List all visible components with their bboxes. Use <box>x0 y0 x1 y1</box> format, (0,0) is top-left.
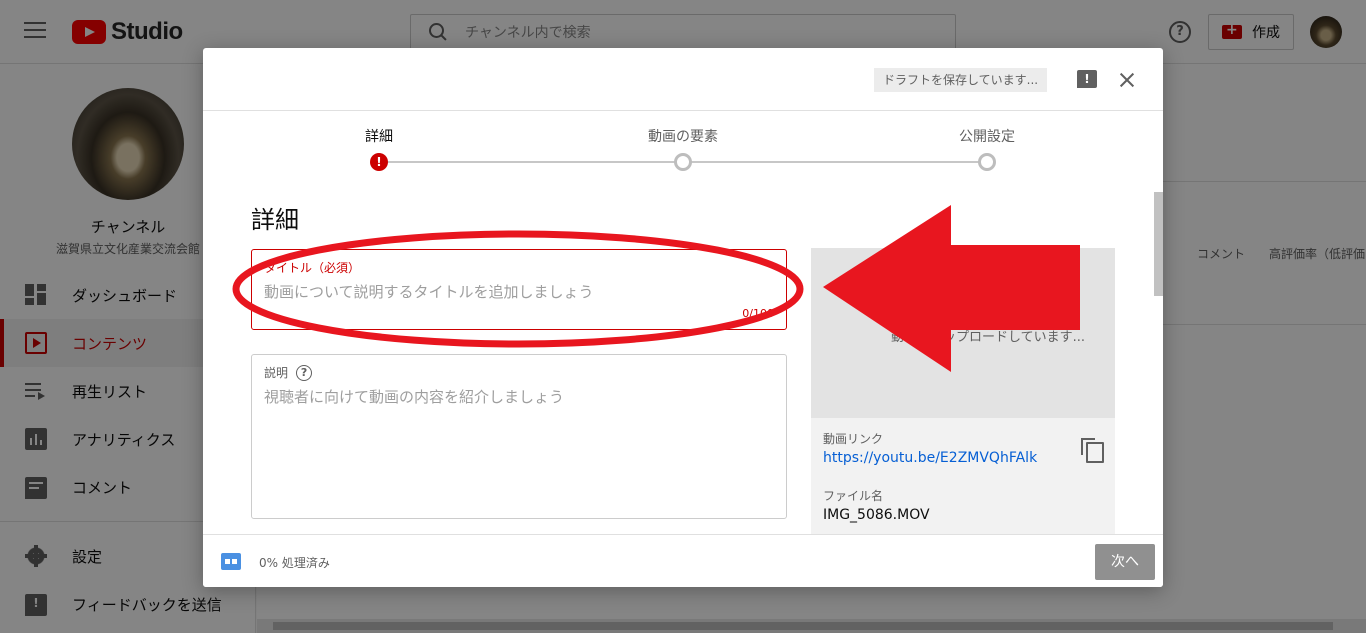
upload-status: 動画をアップロードしています... <box>891 330 1086 345</box>
error-icon[interactable]: ! <box>370 153 388 171</box>
copy-icon[interactable] <box>1081 438 1104 463</box>
dialog-header: ドラフトを保存しています... ! <box>203 48 1163 111</box>
character-counter: 0/100 <box>742 307 774 320</box>
description-label-row: 説明 ? <box>264 364 313 381</box>
step-dot[interactable] <box>674 153 692 171</box>
description-label: 説明 <box>264 366 289 380</box>
video-thumbnail: 動画をアップロードしています... <box>811 248 1115 418</box>
dialog-footer: 0% 処理済み 次へ <box>203 534 1163 587</box>
title-label: タイトル（必須） <box>264 261 361 275</box>
file-name: IMG_5086.MOV <box>823 507 930 523</box>
processing-status: 0% 処理済み <box>259 556 330 570</box>
feedback-icon[interactable]: ! <box>1077 70 1097 88</box>
next-button[interactable]: 次へ <box>1095 544 1155 580</box>
dialog-scrollbar-thumb[interactable] <box>1154 192 1163 296</box>
step-video-elements[interactable]: 動画の要素 <box>623 126 743 146</box>
draft-status: ドラフトを保存しています... <box>874 68 1048 92</box>
video-preview-panel: 動画をアップロードしています... 動画リンク https://youtu.be… <box>811 248 1115 538</box>
title-placeholder: 動画について説明するタイトルを追加しましょう <box>264 283 594 301</box>
file-name-label: ファイル名 <box>823 489 884 503</box>
help-icon[interactable]: ? <box>296 364 313 381</box>
title-field[interactable]: タイトル（必須） 動画について説明するタイトルを追加しましょう 0/100 <box>251 249 787 330</box>
step-dot[interactable] <box>978 153 996 171</box>
step-details[interactable]: 詳細 <box>319 126 439 146</box>
upload-dialog: ドラフトを保存しています... ! 詳細 動画の要素 公開設定 ! 詳細 タイト… <box>203 48 1163 587</box>
description-field[interactable]: 説明 ? 視聴者に向けて動画の内容を紹介しましょう <box>251 354 787 519</box>
step-visibility[interactable]: 公開設定 <box>927 126 1047 146</box>
section-title: 詳細 <box>251 206 299 234</box>
close-icon[interactable] <box>1117 70 1137 90</box>
stepper: 詳細 動画の要素 公開設定 ! <box>203 112 1163 182</box>
description-placeholder: 視聴者に向けて動画の内容を紹介しましょう <box>264 388 565 406</box>
video-link-label: 動画リンク <box>823 432 884 446</box>
video-link[interactable]: https://youtu.be/E2ZMVQhFAlk <box>823 450 1037 466</box>
processing-icon <box>221 553 241 570</box>
